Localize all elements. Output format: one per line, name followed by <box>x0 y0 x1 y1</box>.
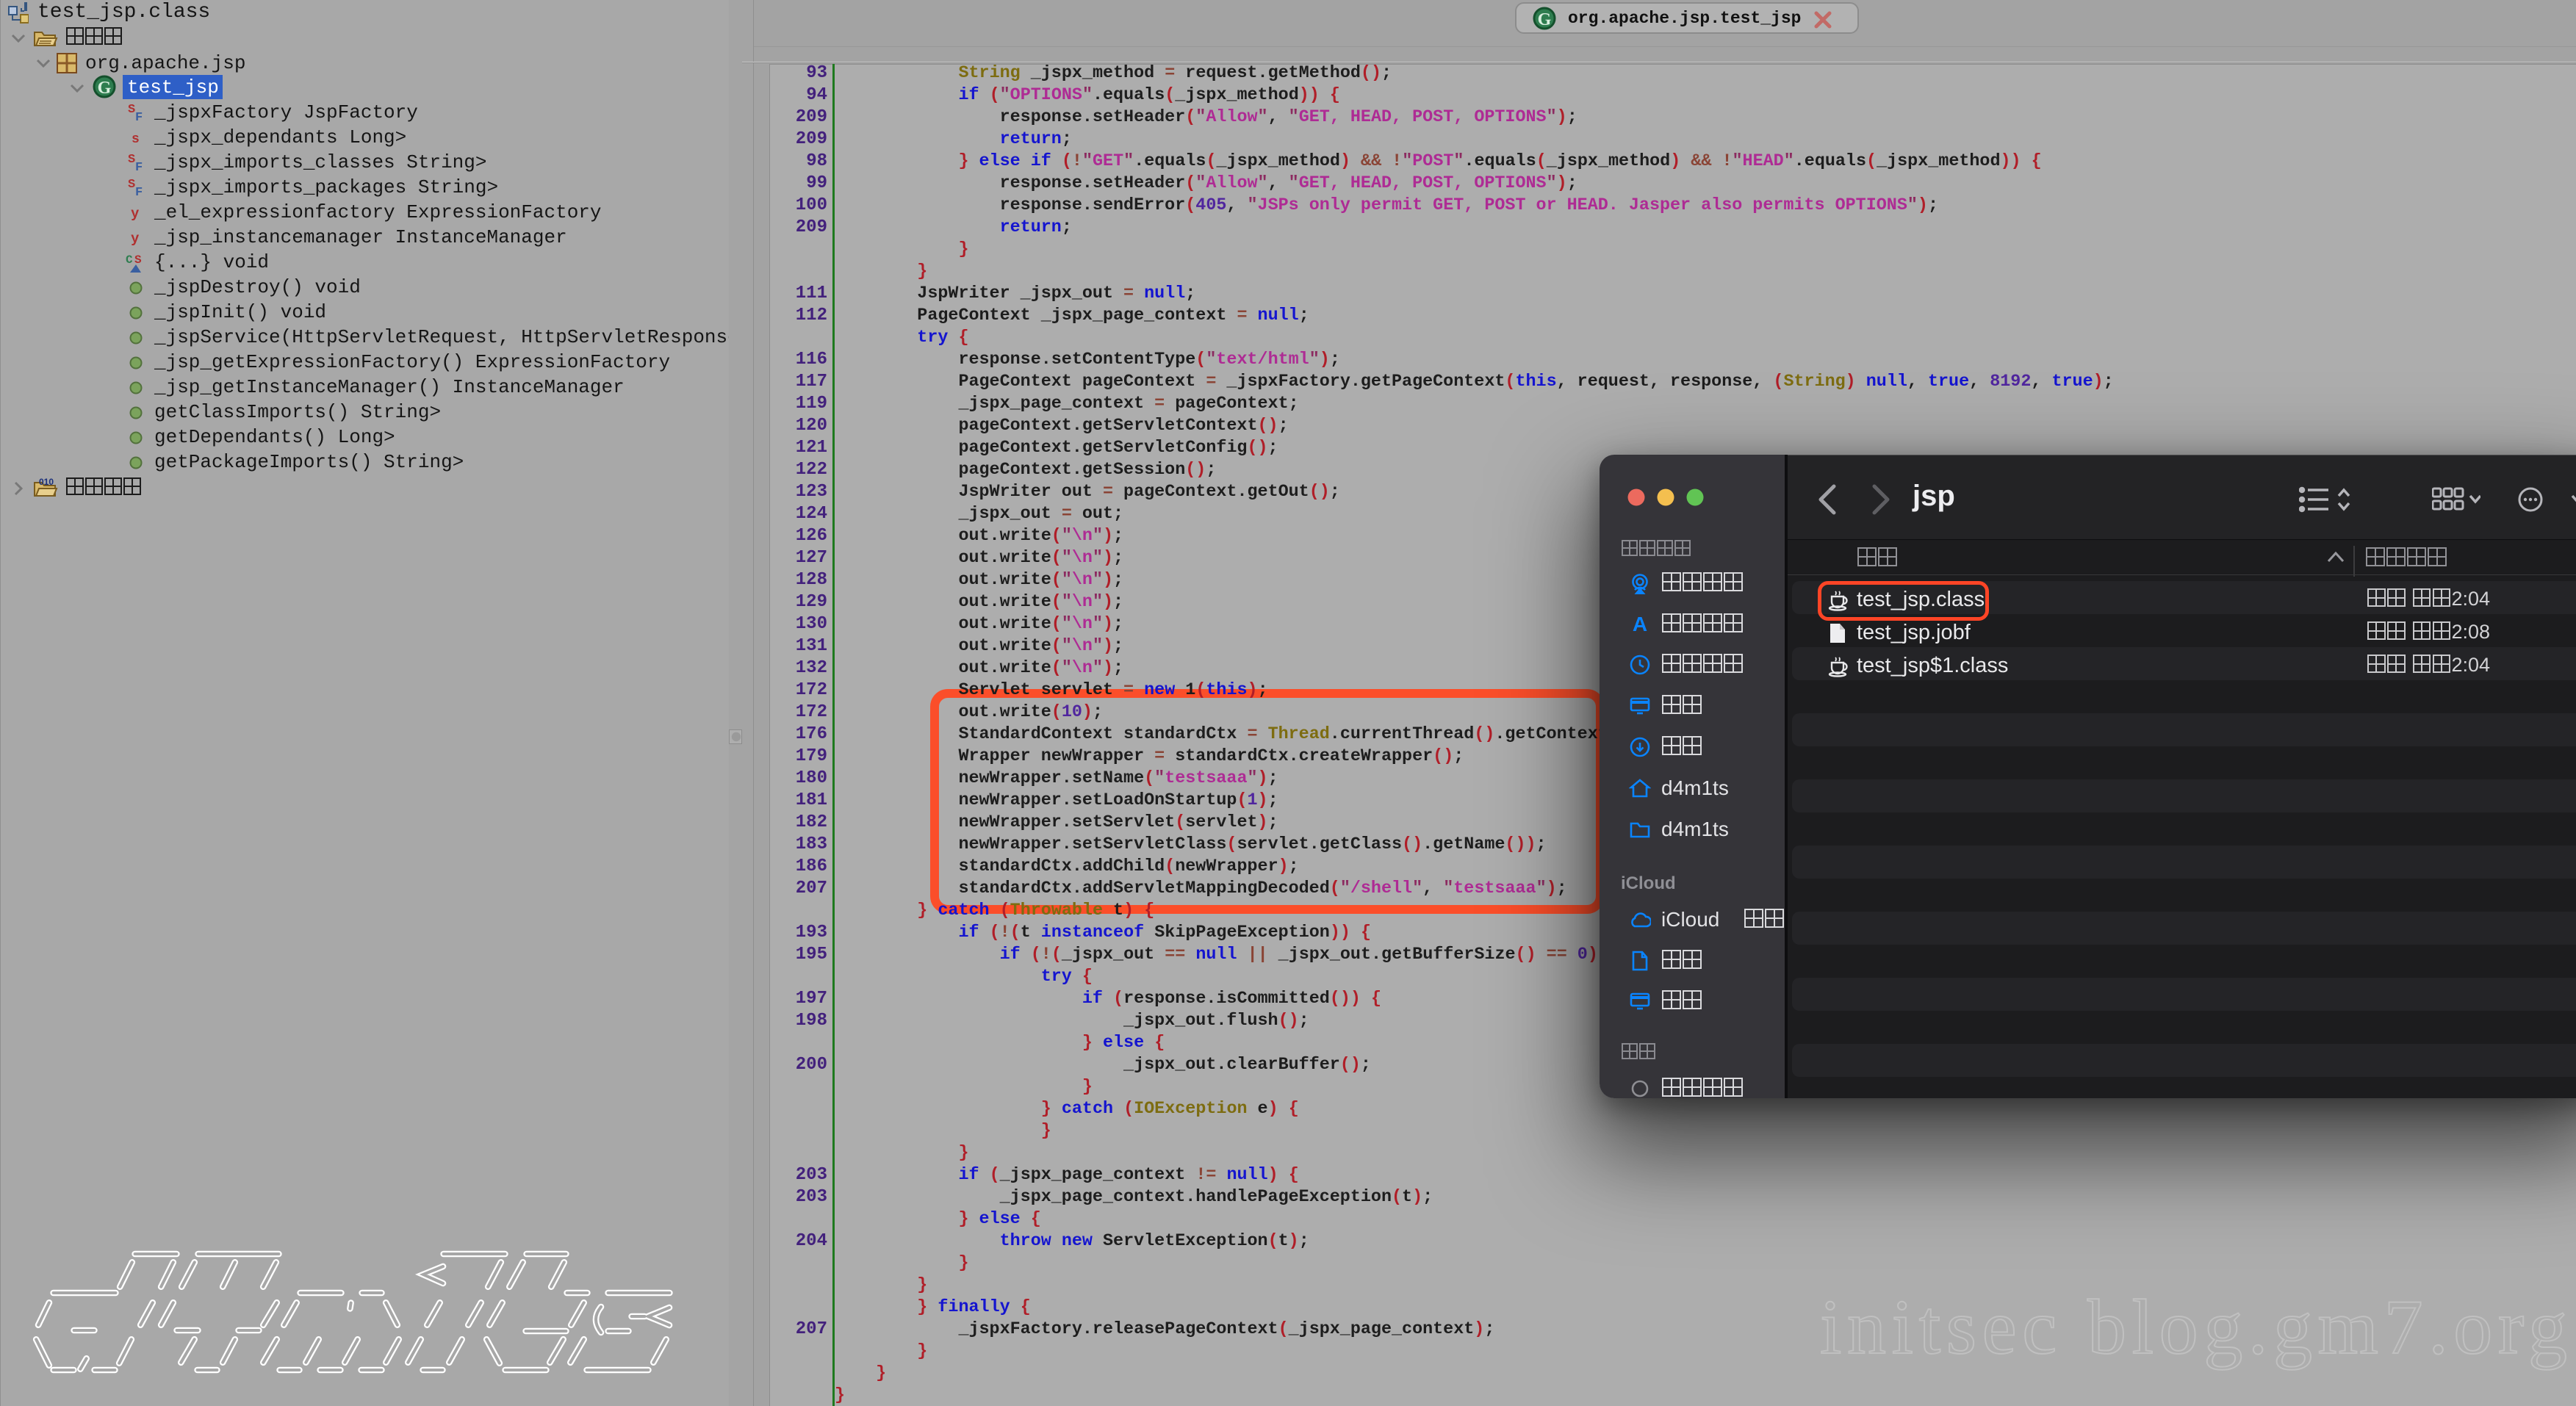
svg-text:A: A <box>1633 613 1647 635</box>
svg-text:G: G <box>1538 10 1552 29</box>
